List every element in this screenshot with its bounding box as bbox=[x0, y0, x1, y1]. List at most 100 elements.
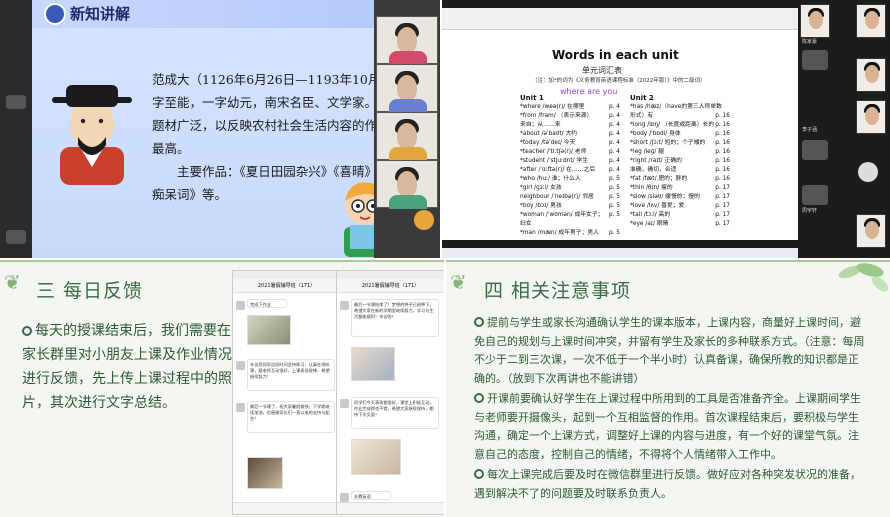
chat-header: 2021暑假辅导班（171） bbox=[337, 279, 444, 293]
participant-video[interactable] bbox=[800, 4, 830, 38]
participant-video[interactable] bbox=[856, 214, 886, 248]
vocab-row: *fat /fæt/ 肥的；胖的 p. 16 bbox=[630, 175, 730, 184]
leaves-corner-decoration-icon bbox=[838, 263, 889, 292]
bio-line: 题材广泛，以反映农村社会生活内容的作品成 bbox=[152, 118, 403, 133]
unit2-word-list: Unit 2 *has /hæz/（have的第三人称单数 形式）有 p. 16 *l… bbox=[630, 94, 734, 229]
document-viewer: Words in each unit 单元词汇表 （注：加*的词为《义务教育英语… bbox=[442, 8, 798, 258]
participant-video[interactable] bbox=[376, 160, 438, 209]
chat-message: 完成下作业 bbox=[247, 299, 287, 308]
participant-video[interactable] bbox=[376, 64, 438, 113]
vocab-word: 妇女 bbox=[520, 221, 532, 227]
feedback-body-text: 每天的授课结束后，我们需要在家长群里对小朋友上课及作业情况进行反馈，先上传上课过… bbox=[22, 323, 232, 411]
vocab-row: *love /lʌv/ 喜爱；爱 p. 17 bbox=[630, 202, 730, 211]
vocab-row: *man /mæn/ 成年男子；男人 p. 5 bbox=[520, 229, 620, 238]
vocab-row: *right /raɪt/ 正确的 p. 16 bbox=[630, 157, 730, 166]
vocab-word: *leg /leɡ/ 腿 bbox=[630, 149, 665, 155]
vocab-page: p. 16 bbox=[715, 149, 730, 155]
vocab-row: *who /huː/ 谁；什么人 p. 5 bbox=[520, 175, 620, 184]
participant-video[interactable] bbox=[376, 16, 438, 65]
slide-title: 新知讲解 bbox=[70, 5, 131, 23]
taskbar[interactable] bbox=[442, 248, 798, 258]
vocab-page: p. 4 bbox=[608, 104, 620, 110]
vocab-word: *who /huː/ 谁；什么人 bbox=[520, 176, 581, 182]
vocab-page: p. 4 bbox=[608, 167, 620, 173]
chat-photo bbox=[351, 347, 395, 381]
precaution-item: 每次上课完成后要及时在微信群里进行反馈。做好应对各种突发状况的准备，遇到解决不了… bbox=[474, 466, 869, 503]
avatar bbox=[236, 403, 245, 412]
vocab-page: p. 5 bbox=[608, 230, 620, 236]
vocab-word: *has /hæz/（have的第三人称单数 bbox=[630, 104, 722, 110]
vocab-word: *student /ˈstjuːdnt/ 学生 bbox=[520, 158, 588, 164]
vocab-word: *slow /sləʊ/ 缓慢的；慢的 bbox=[630, 194, 700, 200]
vocab-word: 形式）有 bbox=[630, 113, 654, 119]
vocab-page: p. 4 bbox=[608, 131, 620, 137]
vocab-page: p. 4 bbox=[608, 158, 620, 164]
participant-placeholder[interactable] bbox=[802, 140, 828, 160]
chat-message: 最后一节课结束了！梦想的种子已经种下，希望大家在新的学期里继续努力，学习与生活都… bbox=[351, 299, 439, 337]
vocab-page: p. 5 bbox=[608, 185, 620, 191]
vocab-page: p. 16 bbox=[715, 131, 730, 137]
participant-name: 周宇轩 bbox=[802, 208, 818, 214]
vocab-row: *short /ʃɔːt/ 短的；个子矮的 p. 16 bbox=[630, 139, 730, 148]
vocab-row: *long /lɒŋ/ （长度或距离）长的 p. 16 bbox=[630, 121, 730, 130]
slide-canvas: 新知讲解 范成大（1126年6月26日—1193年10月1日 字至能，一字幼元，… bbox=[32, 0, 402, 258]
vocab-page: p. 17 bbox=[715, 185, 730, 191]
vocab-page: p. 16 bbox=[715, 140, 730, 146]
sidebar-tool-button[interactable] bbox=[6, 95, 26, 109]
participant-video[interactable] bbox=[856, 4, 886, 38]
vocab-word: *after /ˈɑːftə(r)/ 在……之后 bbox=[520, 167, 596, 173]
participant-placeholder[interactable] bbox=[802, 185, 828, 205]
vocab-page: p. 17 bbox=[715, 203, 730, 209]
vocab-word: 准确，确切，合适 bbox=[630, 167, 677, 173]
vocab-word: *short /ʃɔːt/ 短的；个子矮的 bbox=[630, 140, 706, 146]
precautions-list: 提前与学生或家长沟通确认学生的课本版本，上课内容，商量好上课时间，避免自己的规划… bbox=[474, 314, 869, 505]
vocab-word: *boy /bɔɪ/ 男孩 bbox=[520, 203, 562, 209]
sidebar-tool-button[interactable] bbox=[6, 230, 26, 244]
chat-photo bbox=[351, 439, 401, 475]
viewer-toolbar[interactable] bbox=[442, 8, 798, 30]
section-title: 四 相关注意事项 bbox=[484, 280, 632, 302]
vocab-row: 准确，确切，合适 p. 16 bbox=[630, 166, 730, 175]
bullet-circle-icon bbox=[474, 393, 484, 403]
vocab-row: *leg /leɡ/ 腿 p. 16 bbox=[630, 148, 730, 157]
video-participants-strip bbox=[374, 0, 440, 258]
vocab-word: *man /mæn/ 成年男子；男人 bbox=[520, 230, 599, 236]
vocab-word: *long /lɒŋ/ （长度或距离）长的 bbox=[630, 122, 715, 128]
bio-text: 范成大（1126年6月26日—1193年10月1日 字至能，一字幼元，南宋名臣、… bbox=[152, 68, 412, 160]
avatar bbox=[340, 399, 349, 408]
vocab-page: p. 17 bbox=[715, 212, 730, 218]
unit1-word-list: Unit 1 *where /weə(r)/ 在哪里 p. 4 *from /frə… bbox=[520, 94, 622, 238]
vocab-row: *tall /tɔːl/ 高的 p. 17 bbox=[630, 211, 730, 220]
bullet-circle-icon bbox=[474, 469, 484, 479]
chat-photo bbox=[247, 315, 291, 345]
participants-grid: 陈家豪 李子涵 周宇轩 bbox=[798, 0, 890, 258]
chat-message: 最后一节课了，祝大家暑假愉快，下学期继续加油，也感谢家长们一直以来的支持与配合！ bbox=[247, 401, 335, 433]
participant-name: 陈家豪 bbox=[802, 39, 818, 45]
vocab-page: p. 4 bbox=[608, 149, 620, 155]
chat-message: 辛苦您同学这段时间坚持练习，认真在线听课，跟老师互动很好，上课表现很棒，希望继续… bbox=[247, 359, 335, 391]
bullet-circle-icon bbox=[22, 326, 32, 336]
vocab-page: p. 5 bbox=[608, 212, 620, 218]
vocab-word: *about /əˈbaʊt/ 大约 bbox=[520, 131, 578, 137]
vocab-row: *student /ˈstjuːdnt/ 学生 p. 4 bbox=[520, 157, 620, 166]
participant-placeholder[interactable] bbox=[802, 50, 828, 70]
portrait-illustration bbox=[52, 85, 132, 185]
participant-video[interactable] bbox=[856, 58, 886, 92]
vocab-page: p. 4 bbox=[608, 140, 620, 146]
participant-avatar[interactable] bbox=[858, 162, 878, 182]
chat-input-bar[interactable] bbox=[337, 502, 444, 514]
chat-input-bar[interactable] bbox=[233, 502, 340, 514]
participant-video[interactable] bbox=[376, 112, 438, 161]
hand-raise-icon[interactable] bbox=[414, 210, 434, 230]
vocab-page: p. 16 bbox=[715, 167, 730, 173]
vocab-row: *woman /ˈwʊmən/ 成年女子； p. 5 bbox=[520, 211, 620, 220]
vocab-row: *eye /aɪ/ 眼睛 p. 17 bbox=[630, 220, 730, 229]
participant-name: 李子涵 bbox=[802, 127, 818, 133]
chat-header: 2021暑假辅导班（171） bbox=[233, 279, 340, 293]
section-title: 三 每日反馈 bbox=[36, 280, 144, 302]
vocab-row: *where /weə(r)/ 在哪里 p. 4 bbox=[520, 103, 620, 112]
participant-video[interactable] bbox=[856, 100, 886, 134]
vocab-row: neighbour /ˈneɪbə(r)/ 邻居 p. 5 bbox=[520, 193, 620, 202]
vocab-row: *boy /bɔɪ/ 男孩 p. 5 bbox=[520, 202, 620, 211]
vocab-row: *after /ˈɑːftə(r)/ 在……之后 p. 4 bbox=[520, 166, 620, 175]
